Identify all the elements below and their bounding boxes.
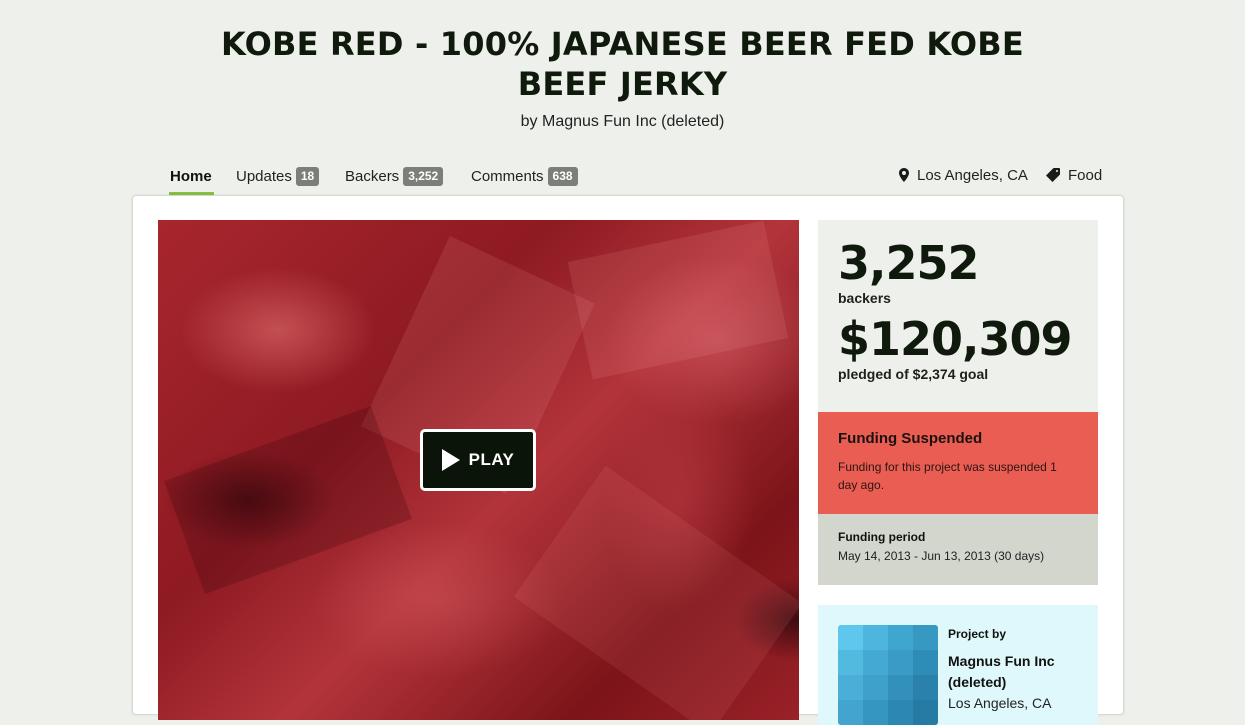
category-link[interactable]: Food <box>1046 165 1102 185</box>
map-pin-icon <box>899 168 909 182</box>
project-video[interactable]: PLAY <box>158 220 799 720</box>
comments-count-badge: 638 <box>547 166 578 186</box>
project-card: PLAY 3,252 backers $120,309 pledged of $… <box>132 195 1124 725</box>
funding-period-value: May 14, 2013 - Jun 13, 2013 (30 days) <box>838 549 1045 563</box>
project-nav: Home Updates 18 Backers 3,252 Comments 6… <box>131 160 1125 197</box>
tab-comments[interactable]: Comments 638 <box>471 165 578 187</box>
play-icon <box>441 449 460 471</box>
tag-icon <box>1046 168 1060 182</box>
backers-label: backers <box>838 290 891 306</box>
tab-updates-label: Updates <box>236 167 292 185</box>
funding-status-panel: Funding Suspended Funding for this proje… <box>818 412 1098 514</box>
creator-panel: Project by Magnus Fun Inc (deleted) Los … <box>818 605 1098 725</box>
project-title: KOBE RED - 100% JAPANESE BEER FED KOBE B… <box>221 25 1024 103</box>
location-label: Los Angeles, CA <box>917 166 1028 184</box>
tab-comments-label: Comments <box>471 167 544 185</box>
tab-backers[interactable]: Backers 3,252 <box>345 165 444 187</box>
tab-backers-label: Backers <box>345 167 400 185</box>
video-texture <box>513 465 799 720</box>
creator-name[interactable]: Magnus Fun Inc (deleted) <box>948 651 1088 693</box>
category-label: Food <box>1068 166 1103 184</box>
funding-status-message: Funding for this project was suspended 1… <box>838 460 1057 492</box>
funding-period-panel: Funding period May 14, 2013 - Jun 13, 20… <box>818 514 1098 585</box>
pledged-label: pledged of $2,374 goal <box>838 366 989 382</box>
tab-home-label: Home <box>170 167 212 185</box>
pledged-amount: $120,309 <box>838 312 1073 366</box>
funding-status-title: Funding Suspended <box>838 430 983 447</box>
project-by-label: Project by <box>948 627 1007 641</box>
play-button[interactable]: PLAY <box>420 429 536 491</box>
stats-panel: 3,252 backers $120,309 pledged of $2,374… <box>818 220 1098 412</box>
video-texture <box>567 220 789 380</box>
avatar[interactable] <box>838 625 938 725</box>
video-texture <box>164 405 412 595</box>
backers-count: 3,252 <box>838 236 980 290</box>
creator-info: Project by Magnus Fun Inc (deleted) Los … <box>948 627 1088 714</box>
project-byline[interactable]: by Magnus Fun Inc (deleted) <box>0 113 1245 131</box>
updates-count-badge: 18 <box>295 166 320 186</box>
tab-updates[interactable]: Updates 18 <box>236 165 320 187</box>
project-header: KOBE RED - 100% JAPANESE BEER FED KOBE B… <box>0 0 1245 131</box>
backers-count-badge: 3,252 <box>403 166 444 186</box>
play-label: PLAY <box>468 450 515 469</box>
location-link[interactable]: Los Angeles, CA <box>899 165 1028 185</box>
funding-period-label: Funding period <box>838 530 926 544</box>
creator-location: Los Angeles, CA <box>948 695 1052 711</box>
tab-home[interactable]: Home <box>169 165 214 197</box>
